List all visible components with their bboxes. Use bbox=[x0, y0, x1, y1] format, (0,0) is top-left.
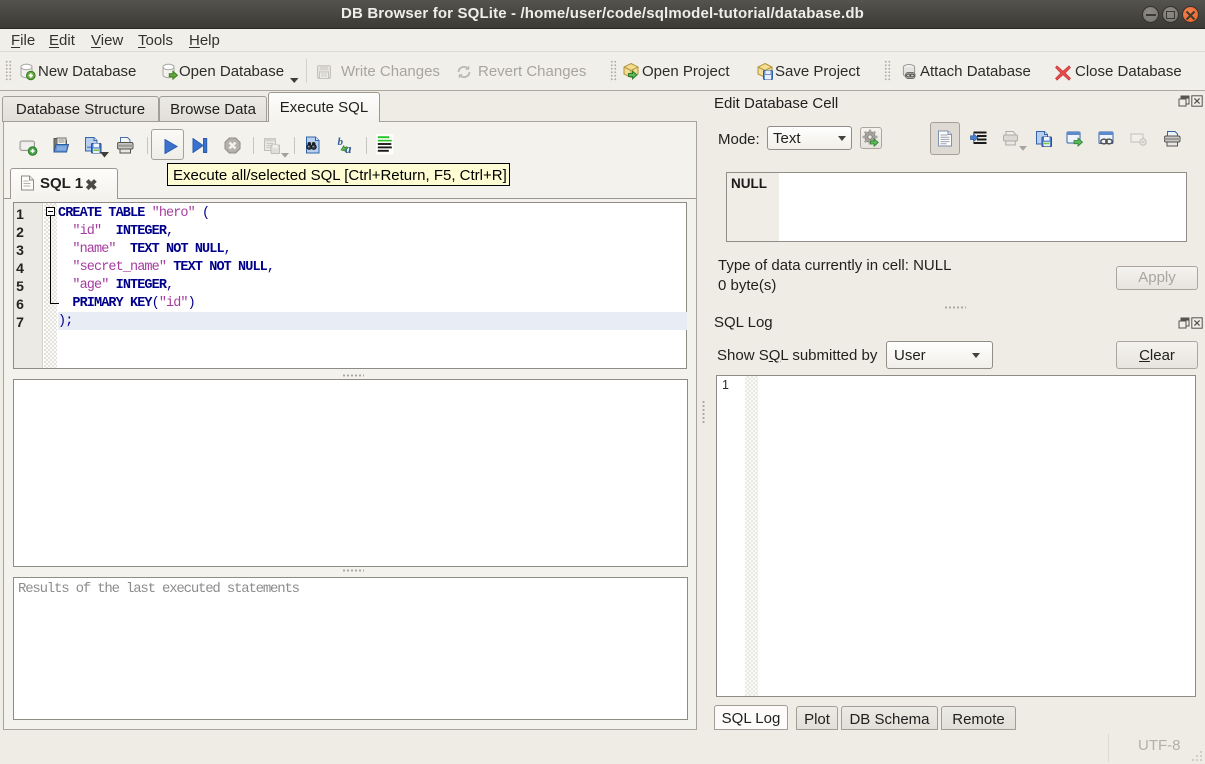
svg-text:b: b bbox=[338, 136, 344, 148]
